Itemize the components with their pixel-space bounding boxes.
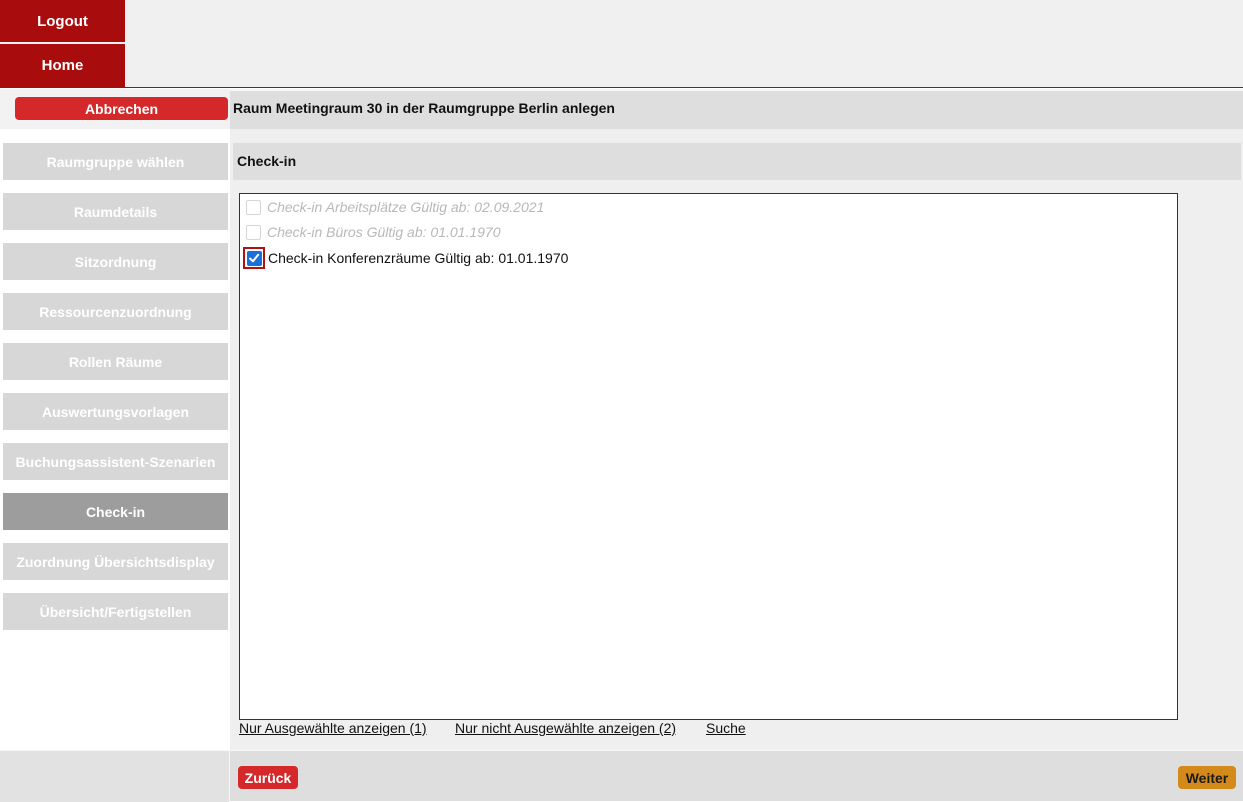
search-link[interactable]: Suche (706, 720, 746, 736)
checkbox-focused[interactable] (243, 247, 265, 269)
step-uebersicht-fertigstellen[interactable]: Übersicht/Fertigstellen (3, 593, 228, 630)
logout-button[interactable]: Logout (0, 0, 125, 42)
checkbox (246, 199, 261, 215)
cancel-button[interactable]: Abbrechen (15, 97, 228, 120)
main-content: Check-in Check-in Arbeitsplätze Gültig a… (230, 129, 1243, 750)
option-label: Check-in Arbeitsplätze Gültig ab: 02.09.… (267, 199, 545, 215)
step-ressourcenzuordnung[interactable]: Ressourcenzuordnung (3, 293, 228, 330)
page-title: Raum Meetingraum 30 in der Raumgruppe Be… (233, 100, 615, 116)
header-left-panel: Abbrechen (0, 89, 230, 129)
list-item[interactable]: Check-in Konferenzräume Gültig ab: 01.01… (243, 247, 568, 269)
step-auswertungsvorlagen[interactable]: Auswertungsvorlagen (3, 393, 228, 430)
next-button[interactable]: Weiter (1178, 766, 1236, 789)
checkbox (246, 224, 261, 240)
section-title: Check-in (237, 153, 297, 169)
list-item: Check-in Arbeitsplätze Gültig ab: 02.09.… (245, 196, 544, 218)
step-sitzordnung[interactable]: Sitzordnung (3, 243, 228, 280)
checkmark-icon (249, 253, 260, 263)
header-title-bar: Raum Meetingraum 30 in der Raumgruppe Be… (230, 89, 1243, 129)
option-label[interactable]: Check-in Konferenzräume Gültig ab: 01.01… (268, 250, 568, 266)
wizard-header: Abbrechen Raum Meetingraum 30 in der Rau… (0, 89, 1243, 129)
step-zuordnung-uebersichtsdisplay[interactable]: Zuordnung Übersichtsdisplay (3, 543, 228, 580)
show-unselected-link[interactable]: Nur nicht Ausgewählte anzeigen (2) (455, 720, 676, 736)
step-raumdetails[interactable]: Raumdetails (3, 193, 228, 230)
top-navigation: Logout Home (0, 0, 1243, 88)
show-selected-link[interactable]: Nur Ausgewählte anzeigen (1) (239, 720, 427, 736)
wizard-footer: Zurück Weiter (0, 750, 1243, 802)
option-label: Check-in Büros Gültig ab: 01.01.1970 (267, 224, 501, 240)
step-check-in[interactable]: Check-in (3, 493, 228, 530)
step-raumgruppe-waehlen[interactable]: Raumgruppe wählen (3, 143, 228, 180)
footer-left-panel (0, 751, 230, 802)
step-buchungsassistent-szenarien[interactable]: Buchungsassistent-Szenarien (3, 443, 228, 480)
step-rollen-raeume[interactable]: Rollen Räume (3, 343, 228, 380)
wizard-steps-sidebar: Raumgruppe wählen Raumdetails Sitzordnun… (0, 129, 230, 750)
list-item: Check-in Büros Gültig ab: 01.01.1970 (245, 221, 500, 243)
checkbox-checked[interactable] (246, 250, 262, 266)
home-button[interactable]: Home (0, 44, 125, 87)
section-header: Check-in (233, 143, 1241, 180)
back-button[interactable]: Zurück (238, 766, 298, 789)
checkin-options-list: Check-in Arbeitsplätze Gültig ab: 02.09.… (239, 193, 1178, 720)
